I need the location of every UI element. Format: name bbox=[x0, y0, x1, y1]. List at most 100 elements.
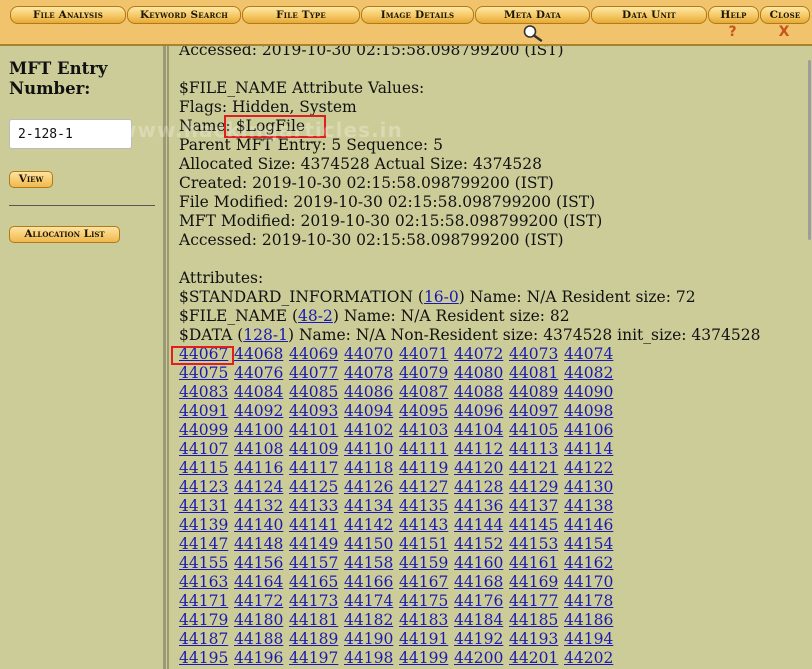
data-unit-link[interactable]: 44080 bbox=[454, 364, 509, 383]
data-unit-link[interactable]: 44160 bbox=[454, 554, 509, 573]
data-unit-link[interactable]: 44114 bbox=[564, 440, 619, 459]
data-unit-link[interactable]: 44168 bbox=[454, 573, 509, 592]
help-question-icon[interactable]: ? bbox=[708, 24, 757, 41]
data-unit-link[interactable]: 44103 bbox=[399, 421, 454, 440]
data-unit-link[interactable]: 44102 bbox=[344, 421, 399, 440]
data-unit-link[interactable]: 44129 bbox=[509, 478, 564, 497]
data-unit-link[interactable]: 44087 bbox=[399, 383, 454, 402]
data-unit-link[interactable]: 44137 bbox=[509, 497, 564, 516]
data-unit-link[interactable]: 44159 bbox=[399, 554, 454, 573]
menu-data-unit[interactable]: Data Unit bbox=[591, 6, 707, 24]
attr-link-48-2[interactable]: 48-2 bbox=[298, 307, 333, 325]
data-unit-link[interactable]: 44146 bbox=[564, 516, 619, 535]
data-unit-link[interactable]: 44150 bbox=[344, 535, 399, 554]
menu-file-type[interactable]: File Type bbox=[242, 6, 360, 24]
data-unit-link[interactable]: 44116 bbox=[234, 459, 289, 478]
data-unit-link[interactable]: 44088 bbox=[454, 383, 509, 402]
data-unit-link[interactable]: 44179 bbox=[179, 611, 234, 630]
data-unit-link[interactable]: 44076 bbox=[234, 364, 289, 383]
data-unit-link[interactable]: 44077 bbox=[289, 364, 344, 383]
data-unit-link[interactable]: 44145 bbox=[509, 516, 564, 535]
data-unit-link[interactable]: 44200 bbox=[454, 649, 509, 668]
data-unit-link[interactable]: 44068 bbox=[234, 345, 289, 364]
magnifier-icon[interactable] bbox=[521, 24, 545, 42]
data-unit-link[interactable]: 44111 bbox=[399, 440, 454, 459]
data-unit-link[interactable]: 44166 bbox=[344, 573, 399, 592]
data-unit-link[interactable]: 44071 bbox=[399, 345, 454, 364]
data-unit-link[interactable]: 44096 bbox=[454, 402, 509, 421]
data-unit-link[interactable]: 44121 bbox=[509, 459, 564, 478]
data-unit-link[interactable]: 44085 bbox=[289, 383, 344, 402]
data-unit-link[interactable]: 44171 bbox=[179, 592, 234, 611]
data-unit-link[interactable]: 44169 bbox=[509, 573, 564, 592]
data-unit-link[interactable]: 44196 bbox=[234, 649, 289, 668]
data-unit-link[interactable]: 44161 bbox=[509, 554, 564, 573]
attr-link-16-0[interactable]: 16-0 bbox=[424, 288, 459, 306]
data-unit-link[interactable]: 44130 bbox=[564, 478, 619, 497]
data-unit-link[interactable]: 44188 bbox=[234, 630, 289, 649]
data-unit-link[interactable]: 44072 bbox=[454, 345, 509, 364]
data-unit-link[interactable]: 44132 bbox=[234, 497, 289, 516]
data-unit-link[interactable]: 44157 bbox=[289, 554, 344, 573]
data-unit-link[interactable]: 44192 bbox=[454, 630, 509, 649]
data-unit-link[interactable]: 44173 bbox=[289, 592, 344, 611]
data-unit-link[interactable]: 44090 bbox=[564, 383, 619, 402]
data-unit-link[interactable]: 44143 bbox=[399, 516, 454, 535]
data-unit-link[interactable]: 44108 bbox=[234, 440, 289, 459]
view-button[interactable]: View bbox=[9, 171, 53, 188]
data-unit-link[interactable]: 44133 bbox=[289, 497, 344, 516]
data-unit-link[interactable]: 44110 bbox=[344, 440, 399, 459]
data-unit-link[interactable]: 44125 bbox=[289, 478, 344, 497]
data-unit-link[interactable]: 44098 bbox=[564, 402, 619, 421]
data-unit-link[interactable]: 44083 bbox=[179, 383, 234, 402]
data-unit-link[interactable]: 44117 bbox=[289, 459, 344, 478]
data-unit-link[interactable]: 44184 bbox=[454, 611, 509, 630]
data-unit-link[interactable]: 44162 bbox=[564, 554, 619, 573]
data-unit-link[interactable]: 44097 bbox=[509, 402, 564, 421]
data-unit-link[interactable]: 44093 bbox=[289, 402, 344, 421]
data-unit-link[interactable]: 44070 bbox=[344, 345, 399, 364]
data-unit-link[interactable]: 44175 bbox=[399, 592, 454, 611]
data-unit-link[interactable]: 44151 bbox=[399, 535, 454, 554]
data-unit-link[interactable]: 44158 bbox=[344, 554, 399, 573]
menu-close[interactable]: Close bbox=[760, 6, 810, 24]
data-unit-link[interactable]: 44123 bbox=[179, 478, 234, 497]
scrollbar-thumb[interactable] bbox=[808, 60, 811, 240]
data-unit-link[interactable]: 44115 bbox=[179, 459, 234, 478]
data-unit-link[interactable]: 44152 bbox=[454, 535, 509, 554]
data-unit-link[interactable]: 44109 bbox=[289, 440, 344, 459]
data-unit-link[interactable]: 44119 bbox=[399, 459, 454, 478]
data-unit-link[interactable]: 44199 bbox=[399, 649, 454, 668]
data-unit-link[interactable]: 44136 bbox=[454, 497, 509, 516]
data-unit-link[interactable]: 44134 bbox=[344, 497, 399, 516]
data-unit-link[interactable]: 44155 bbox=[179, 554, 234, 573]
data-unit-link[interactable]: 44074 bbox=[564, 345, 619, 364]
data-unit-link[interactable]: 44195 bbox=[179, 649, 234, 668]
data-unit-link[interactable]: 44120 bbox=[454, 459, 509, 478]
data-unit-link[interactable]: 44073 bbox=[509, 345, 564, 364]
data-unit-link[interactable]: 44183 bbox=[399, 611, 454, 630]
data-unit-link[interactable]: 44075 bbox=[179, 364, 234, 383]
data-unit-link[interactable]: 44148 bbox=[234, 535, 289, 554]
data-unit-link[interactable]: 44198 bbox=[344, 649, 399, 668]
data-unit-link[interactable]: 44140 bbox=[234, 516, 289, 535]
data-unit-link[interactable]: 44190 bbox=[344, 630, 399, 649]
data-unit-link[interactable]: 44086 bbox=[344, 383, 399, 402]
data-unit-link[interactable]: 44089 bbox=[509, 383, 564, 402]
data-unit-link[interactable]: 44122 bbox=[564, 459, 619, 478]
data-unit-link[interactable]: 44141 bbox=[289, 516, 344, 535]
data-unit-link[interactable]: 44178 bbox=[564, 592, 619, 611]
close-x-icon[interactable]: X bbox=[760, 24, 808, 41]
data-unit-link[interactable]: 44126 bbox=[344, 478, 399, 497]
data-unit-link[interactable]: 44138 bbox=[564, 497, 619, 516]
data-unit-link[interactable]: 44139 bbox=[179, 516, 234, 535]
menu-help[interactable]: Help bbox=[708, 6, 759, 24]
data-unit-link[interactable]: 44104 bbox=[454, 421, 509, 440]
data-unit-link[interactable]: 44069 bbox=[289, 345, 344, 364]
data-unit-link[interactable]: 44201 bbox=[509, 649, 564, 668]
data-unit-link[interactable]: 44084 bbox=[234, 383, 289, 402]
data-unit-link[interactable]: 44174 bbox=[344, 592, 399, 611]
data-unit-link[interactable]: 44147 bbox=[179, 535, 234, 554]
data-unit-link[interactable]: 44172 bbox=[234, 592, 289, 611]
data-unit-link[interactable]: 44067 bbox=[179, 345, 234, 364]
